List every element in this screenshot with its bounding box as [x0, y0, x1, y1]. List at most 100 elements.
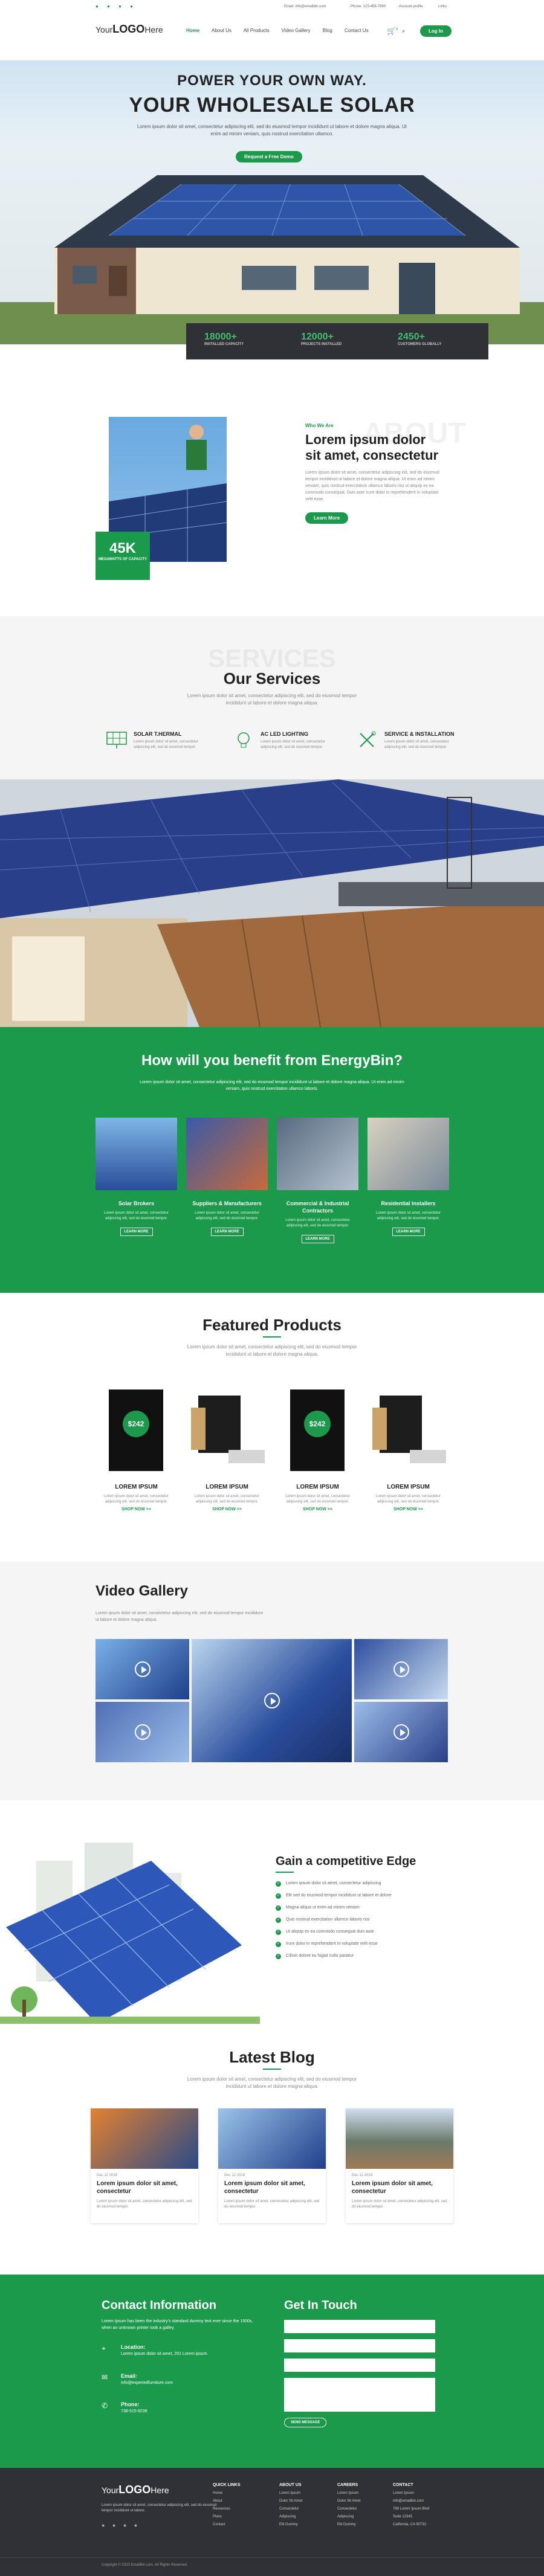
hero-text: Lorem ipsum dolor sit amet, consectetur … [137, 124, 407, 137]
topbar-email[interactable]: Email: info@emailbin.com [284, 5, 326, 8]
nav-contact[interactable]: Contact Us [345, 28, 369, 33]
house-image [0, 175, 544, 344]
check-item: ✓ Lorem ipsum dolor sit amet, consectetur… [276, 1881, 381, 1887]
edge-title: Gain a competitive Edge [276, 1855, 416, 1868]
shop-now-link[interactable]: SHOP NOW >> [368, 1507, 449, 1512]
nav-blog[interactable]: Blog [323, 28, 332, 33]
contact-phone: ✆ Phone: 738-515-9238 [102, 2401, 147, 2413]
products-title: Featured Products [202, 1316, 342, 1334]
service-installation[interactable]: SERVICE & INSTALLATION Lorem ipsum dolor … [357, 731, 459, 750]
main-nav: YourLOGOHere Home About Us All Products … [0, 23, 544, 39]
check-item: ✓ Ut aliquip ex ea commodo consequat duis… [276, 1930, 374, 1935]
footer-col-contact: CONTACT Lorem Ipsum info@emailbin.com 789 L… [393, 2483, 430, 2526]
social-icons[interactable]: ● ● ● ● [96, 4, 137, 9]
hero: POWER YOUR OWN WAY. YOUR WHOLESALE SOLAR… [0, 60, 544, 344]
benefit-card-suppliers: Suppliers & Manufacturers Lorem ipsum dol… [186, 1118, 268, 1263]
shop-now-link[interactable]: SHOP NOW >> [186, 1507, 268, 1512]
form-title: Get In Touch [284, 2299, 357, 2312]
mail-icon: ✉ [102, 2373, 108, 2381]
blog-post[interactable]: Dec 12 2019 Lorem ipsum dolor sit amet, c… [91, 2108, 198, 2223]
benefit-title: How will you benefit from EnergyBin? [141, 1052, 403, 1069]
video-thumb[interactable] [354, 1639, 448, 1699]
blog-title: Latest Blog [229, 2048, 315, 2066]
topbar-account[interactable]: Account profile [399, 5, 423, 8]
edge-list: ✓ Lorem ipsum dolor sit amet, consectetur… [276, 1881, 392, 1966]
site-logo[interactable]: YourLOGOHere [96, 23, 163, 36]
search-icon[interactable]: ⌕ [402, 28, 405, 34]
play-icon [134, 1661, 151, 1677]
shop-now-link[interactable]: SHOP NOW >> [96, 1507, 177, 1512]
topbar-phone[interactable]: Phone: 123-456-7890 [351, 5, 386, 8]
play-icon [393, 1724, 409, 1740]
stat-customers: 2450+ CUSTOMERS GLOBALLY [398, 332, 442, 346]
check-item: ✓ Irure dolor in reprehenderit in volupta… [276, 1942, 378, 1947]
video-section: Video Gallery Lorem ipsum dolor sit amet… [0, 1562, 544, 1800]
about-kicker: Who We Are [305, 423, 334, 428]
message-field[interactable] [284, 2378, 435, 2412]
product-card[interactable]: $242 LOREM IPSUM Lorem ipsum dolor sit am… [96, 1383, 177, 1512]
blog-sub: Lorem ipsum dolor sit amet, consectetur … [187, 2076, 357, 2089]
learn-more-button[interactable]: LEARN MORE [120, 1228, 153, 1236]
video-thumb[interactable] [96, 1702, 189, 1762]
post-date: Dec 12 2019 [352, 2174, 373, 2177]
footer-social-icons[interactable]: ● ● ● ● [102, 2522, 140, 2528]
edge-section: Gain a competitive Edge ✓ Lorem ipsum dol… [0, 1800, 544, 2036]
video-sub: Lorem ipsum dolor sit amet, consectetur … [96, 1611, 264, 1622]
nav-home[interactable]: Home [186, 28, 199, 33]
learn-more-button[interactable]: LEARN MORE [210, 1228, 244, 1236]
send-message-button[interactable]: SEND MESSAGE [284, 2418, 327, 2427]
nav-video[interactable]: Video Gallery [282, 28, 311, 33]
phone-field[interactable] [284, 2359, 435, 2372]
hero-title-1: POWER YOUR OWN WAY. [177, 72, 367, 89]
learn-more-button[interactable]: LEARN MORE [301, 1235, 334, 1243]
contact-text: Lorem Ipsum has been the industry's stan… [102, 2319, 253, 2330]
cart-icon[interactable]: 🛒0 [387, 27, 398, 35]
building-image [0, 779, 544, 1027]
stats-bar: 18000+ INSTALLED CAPACITY 12000+ PROJECTS … [186, 323, 488, 359]
top-bar: Email: info@emailbin.com Phone: 123-456-… [0, 0, 544, 13]
footer-col-careers: CAREERS Lorem Ipsum Dolor Sit Amet Consecte… [337, 2483, 361, 2526]
login-button[interactable]: Log In [420, 25, 452, 37]
product-card[interactable]: LOREM IPSUM Lorem ipsum dolor sit amet, c… [368, 1383, 449, 1512]
check-icon: ✓ [276, 1930, 281, 1935]
service-solar-thermal[interactable]: SOLAR T.HERMAL Lorem ipsum dolor sit amet… [106, 731, 209, 750]
solar-illustration [0, 1843, 260, 2024]
topbar-links[interactable]: Links [438, 5, 447, 8]
bulb-icon [238, 732, 250, 748]
check-icon: ✓ [276, 1918, 281, 1923]
benefit-section: How will you benefit from EnergyBin? Lor… [0, 1027, 544, 1293]
demo-button[interactable]: Request a Free Demo [236, 151, 302, 163]
service-led-lighting[interactable]: AC LED LIGHTING Lorem ipsum dolor sit ame… [233, 731, 335, 750]
product-card[interactable]: $242 LOREM IPSUM Lorem ipsum dolor sit am… [277, 1383, 358, 1512]
blog-post[interactable]: Dec 12 2019 Lorem ipsum dolor sit amet, c… [346, 2108, 453, 2223]
nav-links: Home About Us All Products Video Gallery… [186, 28, 380, 33]
video-thumb-large[interactable] [192, 1639, 352, 1762]
check-item: ✓ Cillum dolore eu fugiat nulla pariatur [276, 1954, 354, 1959]
nav-products[interactable]: All Products [244, 28, 270, 33]
about-title: Lorem ipsum dolor sit amet, consectetur [305, 432, 439, 463]
about-learn-more[interactable]: Learn More [305, 512, 349, 524]
learn-more-button[interactable]: LEARN MORE [392, 1228, 425, 1236]
products-sub: Lorem ipsum dolor sit amet, consectetur … [187, 1344, 357, 1357]
nav-about[interactable]: About Us [212, 28, 232, 33]
shop-now-link[interactable]: SHOP NOW >> [277, 1507, 358, 1512]
play-icon [264, 1693, 280, 1708]
services-title: Our Services [223, 669, 321, 687]
contact-location: ⌖ Location: Lorem ipsum dolor sit amet, … [102, 2344, 209, 2356]
benefit-card-brokers: Solar Brokers Lorem ipsum dolor sit amet,… [96, 1118, 177, 1263]
price-badge: $242 [304, 1411, 331, 1437]
check-item: ✓ Magna aliqua ut enim ad minim veniam [276, 1905, 360, 1911]
contact-email: ✉ Email: info@experiedfurniture.com [102, 2373, 173, 2385]
tools-icon [360, 731, 376, 747]
footer-col-about: ABOUT US Lorem Ipsum Dolor Sit Amet Consect… [279, 2483, 303, 2526]
footer-logo[interactable]: YourLOGOHere [102, 2484, 169, 2496]
email-field[interactable] [284, 2339, 435, 2352]
benefit-card-installers: Residential Installers Lorem ipsum dolor … [368, 1118, 449, 1263]
name-field[interactable] [284, 2320, 435, 2333]
product-card[interactable]: LOREM IPSUM Lorem ipsum dolor sit amet, c… [186, 1383, 268, 1512]
video-thumb[interactable] [96, 1639, 189, 1699]
video-thumb[interactable] [354, 1702, 448, 1762]
check-icon: ✓ [276, 1954, 281, 1959]
services-watermark: SERVICES [208, 644, 336, 672]
blog-post[interactable]: Dec 12 2019 Lorem ipsum dolor sit amet, c… [218, 2108, 326, 2223]
